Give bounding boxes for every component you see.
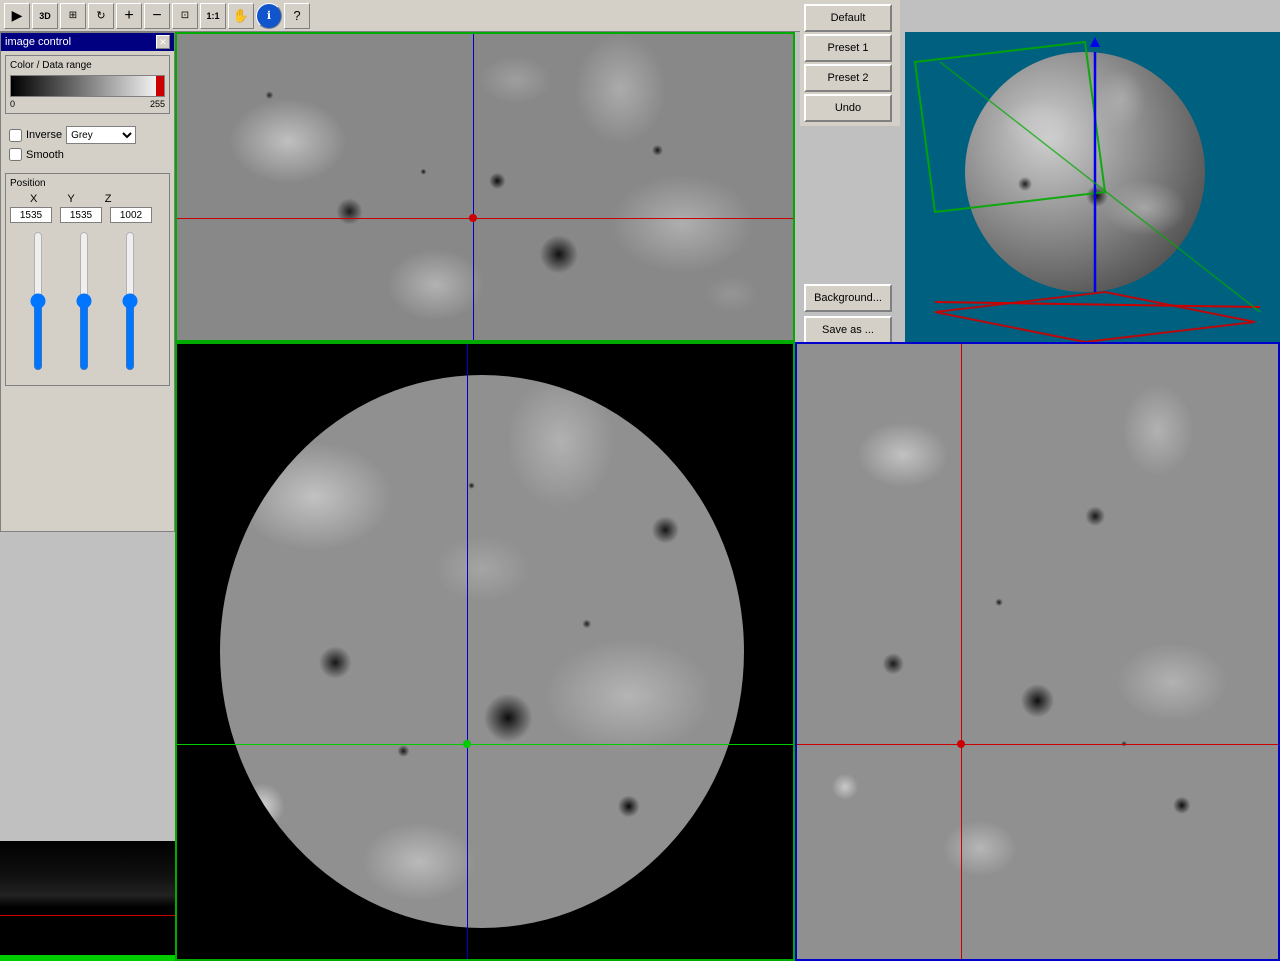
x-label: X: [30, 193, 37, 205]
top-view-crosshair-v: [473, 34, 474, 340]
bottom-right-view-panel[interactable]: [795, 342, 1280, 961]
undo-button[interactable]: Undo: [804, 94, 892, 122]
z-slider[interactable]: [122, 231, 138, 371]
save-as-button[interactable]: Save as ...: [804, 316, 892, 344]
fit-button[interactable]: ⊡: [172, 3, 198, 29]
position-label: Position: [10, 178, 165, 189]
gradient-bar[interactable]: [10, 75, 165, 97]
xyz-values: [10, 207, 165, 223]
y-input[interactable]: [60, 207, 102, 223]
top-view-image: [177, 34, 793, 340]
circular-sample: [220, 375, 744, 929]
color-range-label: Color / Data range: [10, 60, 165, 71]
min-label: 0: [10, 99, 15, 109]
smooth-checkbox[interactable]: [9, 148, 22, 161]
bottom-right-crosshair-h: [797, 744, 1278, 745]
zoom-in-button[interactable]: +: [116, 3, 142, 29]
bottom-left-view-image: [177, 344, 793, 959]
options-section: Inverse Grey Color Heat Smooth: [1, 118, 174, 169]
thumbnail-red-line: [0, 915, 175, 916]
thumbnail-image: [0, 841, 175, 961]
grid-button[interactable]: ⊞: [60, 3, 86, 29]
bottom-left-crosshair-dot: [463, 740, 471, 748]
close-button[interactable]: ✕: [156, 35, 170, 49]
thumbnail-green-bar: [0, 955, 175, 961]
default-button[interactable]: Default: [804, 4, 892, 32]
x-input[interactable]: [10, 207, 52, 223]
background-button[interactable]: Background...: [804, 284, 892, 312]
range-labels: 0 255: [10, 99, 165, 109]
preset1-button[interactable]: Preset 1: [804, 34, 892, 62]
z-label: Z: [105, 193, 112, 205]
help-button[interactable]: ?: [284, 3, 310, 29]
panel-title-text: image control: [5, 36, 71, 48]
top-view-crosshair-h: [177, 218, 793, 219]
inverse-row: Inverse Grey Color Heat: [9, 126, 166, 144]
smooth-label: Smooth: [26, 149, 64, 161]
3d-visualization: [905, 32, 1280, 342]
image-control-panel: image control ✕ Color / Data range 0 255…: [0, 32, 175, 532]
sliders-container: [30, 231, 165, 381]
x-slider[interactable]: [30, 231, 46, 371]
panel-title: image control ✕: [1, 33, 174, 51]
xyz-labels: X Y Z: [30, 193, 165, 205]
top-view-panel[interactable]: [175, 32, 795, 342]
color-data-range-section: Color / Data range 0 255: [5, 55, 170, 114]
bottom-right-crosshair-v: [961, 344, 962, 959]
bottom-left-view-panel[interactable]: [175, 342, 795, 961]
inverse-checkbox[interactable]: [9, 129, 22, 142]
z-input[interactable]: [110, 207, 152, 223]
y-label: Y: [67, 193, 74, 205]
zoom-out-button[interactable]: −: [144, 3, 170, 29]
1to1-button[interactable]: 1:1: [200, 3, 226, 29]
toolbar: ▶ 3D ⊞ ↻ + − ⊡ 1:1 ✋ ℹ ?: [0, 0, 800, 32]
max-label: 255: [150, 99, 165, 109]
rotate-button[interactable]: ↻: [88, 3, 114, 29]
thumbnail-panel: [0, 841, 175, 961]
y-slider[interactable]: [76, 231, 92, 371]
3d-button[interactable]: 3D: [32, 3, 58, 29]
info-button[interactable]: ℹ: [256, 3, 282, 29]
inverse-label: Inverse: [26, 129, 62, 141]
preset-panel: Default Preset 1 Preset 2 Undo: [800, 0, 900, 126]
top-view-crosshair-dot: [469, 214, 477, 222]
3d-view-panel[interactable]: [905, 32, 1280, 342]
smooth-row: Smooth: [9, 148, 166, 161]
run-button[interactable]: ▶: [4, 3, 30, 29]
pan-button[interactable]: ✋: [228, 3, 254, 29]
color-mode-dropdown[interactable]: Grey Color Heat: [66, 126, 136, 144]
bottom-right-crosshair-dot: [957, 740, 965, 748]
position-section: Position X Y Z: [5, 173, 170, 386]
action-panel: Background... Save as ...: [800, 280, 900, 348]
bottom-right-view-image: [797, 344, 1278, 959]
axes-svg: [905, 32, 1280, 342]
preset2-button[interactable]: Preset 2: [804, 64, 892, 92]
